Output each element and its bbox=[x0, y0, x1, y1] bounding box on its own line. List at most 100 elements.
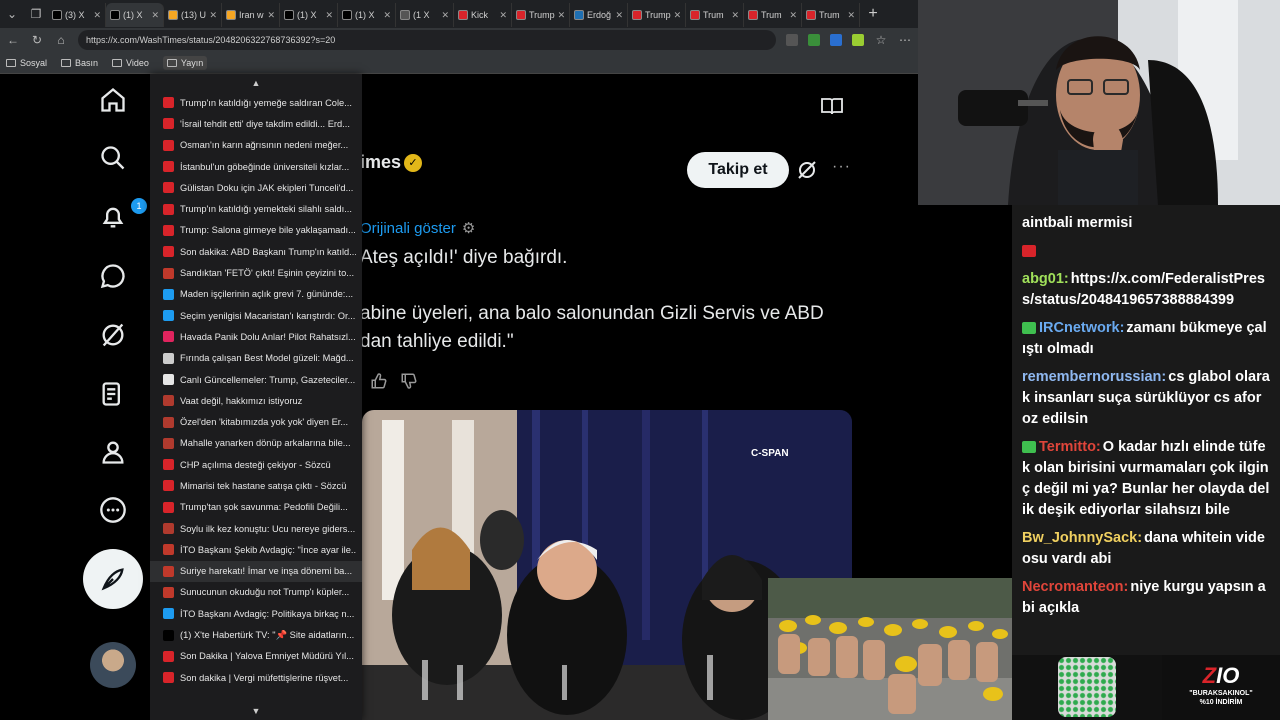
follow-button[interactable]: Takip et bbox=[687, 152, 789, 188]
more-options-button[interactable]: ··· bbox=[832, 158, 851, 176]
browser-tab[interactable]: (1 X ✕ bbox=[396, 3, 454, 27]
home-icon[interactable]: ⌂ bbox=[54, 33, 68, 47]
thumbs-down-icon[interactable] bbox=[400, 372, 418, 390]
workspaces-icon[interactable]: ❐ bbox=[24, 0, 48, 28]
search-icon[interactable] bbox=[98, 143, 128, 173]
close-tab-icon[interactable]: ✕ bbox=[383, 10, 391, 21]
extension-icon[interactable] bbox=[830, 34, 842, 46]
tab-list-item[interactable]: Havada Panik Dolu Anlar! Pilot Rahatsızl… bbox=[150, 326, 362, 347]
close-tab-icon[interactable]: ✕ bbox=[789, 10, 797, 21]
reader-mode-icon[interactable] bbox=[820, 96, 844, 121]
chat-username[interactable]: Termitto: bbox=[1039, 439, 1101, 455]
tab-list-item[interactable]: Canlı Güncellemeler: Trump, Gazeteciler.… bbox=[150, 369, 362, 390]
tab-list-item[interactable]: Mimarisi tek hastane satışa çıktı - Sözc… bbox=[150, 475, 362, 496]
settings-more-icon[interactable]: ⋯ bbox=[898, 33, 912, 47]
browser-tab[interactable]: Erdoğ ✕ bbox=[570, 3, 628, 27]
browser-tab[interactable]: (3) X ✕ bbox=[48, 3, 106, 27]
tab-list-item[interactable]: 'İsrail tehdit etti' diye takdim edildi.… bbox=[150, 113, 362, 134]
bookmark-folder[interactable]: Sosyal bbox=[6, 58, 47, 68]
extension-icon[interactable] bbox=[786, 34, 798, 46]
favorites-icon[interactable]: ☆ bbox=[874, 33, 888, 47]
refresh-icon[interactable]: ↻ bbox=[30, 33, 44, 47]
chat-username[interactable]: abg01: bbox=[1022, 271, 1069, 287]
tab-list-item[interactable]: (1) X'te Habertürk TV: "📌 Site aidatları… bbox=[150, 624, 362, 645]
browser-tab[interactable]: Kick ✕ bbox=[454, 3, 512, 27]
tab-list-item[interactable]: Fırında çalışan Best Model güzeli: Mağd.… bbox=[150, 348, 362, 369]
tab-list-item[interactable]: Soylu ilk kez konuştu: Ucu nereye giders… bbox=[150, 518, 362, 539]
browser-tab[interactable]: Trump ✕ bbox=[512, 3, 570, 27]
tab-list-item[interactable]: Vaat değil, hakkımızı istiyoruz bbox=[150, 390, 362, 411]
bookmark-folder[interactable]: Video bbox=[112, 58, 149, 68]
chat-username[interactable]: remembernorussian: bbox=[1022, 369, 1166, 385]
scroll-down-icon[interactable]: ▼ bbox=[150, 706, 362, 716]
close-tab-icon[interactable]: ✕ bbox=[731, 10, 739, 21]
compose-post-button[interactable] bbox=[83, 549, 143, 609]
tab-list-item[interactable]: CHP açılıma desteği çekiyor - Sözcü bbox=[150, 454, 362, 475]
tab-list-item[interactable]: Son dakika | Vergi müfettişlerine rüşvet… bbox=[150, 667, 362, 688]
messages-icon[interactable] bbox=[98, 261, 128, 291]
tab-list-item[interactable]: İstanbul'un göbeğinde üniversiteli kızla… bbox=[150, 156, 362, 177]
tab-list-item[interactable]: Seçim yenilgisi Macaristan'ı karıştırdı:… bbox=[150, 305, 362, 326]
close-tab-icon[interactable]: ✕ bbox=[847, 10, 855, 21]
grok-icon[interactable] bbox=[98, 320, 128, 350]
thumbs-up-icon[interactable] bbox=[370, 372, 388, 390]
picture-in-picture-video[interactable] bbox=[768, 578, 1012, 720]
browser-tab[interactable]: (1) X ✕ bbox=[280, 3, 338, 27]
url-field[interactable]: https://x.com/WashTimes/status/204820632… bbox=[78, 30, 776, 50]
new-tab-button[interactable]: + bbox=[860, 5, 886, 23]
close-tab-icon[interactable]: ✕ bbox=[615, 10, 623, 21]
close-tab-icon[interactable]: ✕ bbox=[499, 10, 507, 21]
browser-tab[interactable]: Trump ✕ bbox=[628, 3, 686, 27]
tab-list-item[interactable]: Sunucunun okuduğu not Trump'ı küpler... bbox=[150, 582, 362, 603]
close-tab-icon[interactable]: ✕ bbox=[674, 10, 682, 21]
grok-icon[interactable] bbox=[795, 158, 819, 182]
notifications-bell-icon[interactable]: 1 bbox=[98, 198, 147, 232]
extension-icon[interactable] bbox=[808, 34, 820, 46]
tab-list-item[interactable]: Trump'tan şok savunma: Pedofili Değili..… bbox=[150, 497, 362, 518]
close-tab-icon[interactable]: ✕ bbox=[441, 10, 449, 21]
tab-list-item[interactable]: Osman'ın karın ağrısının nedeni meğer... bbox=[150, 135, 362, 156]
avatar[interactable] bbox=[90, 642, 136, 688]
browser-tab[interactable]: Trum ✕ bbox=[744, 3, 802, 27]
chat-username[interactable]: Bw_JohnnySack: bbox=[1022, 530, 1142, 546]
back-icon[interactable]: ← bbox=[6, 33, 20, 47]
tab-list-item[interactable]: Suriye harekatı! İmar ve inşa dönemi ba.… bbox=[150, 560, 362, 582]
tab-list-item[interactable]: Son dakika: ABD Başkanı Trump'ın katıld.… bbox=[150, 241, 362, 262]
tab-list-item[interactable]: Gülistan Doku için JAK ekipleri Tunceli'… bbox=[150, 177, 362, 198]
close-tab-icon[interactable]: ✕ bbox=[558, 10, 566, 21]
tab-list-item[interactable]: Sandıktan 'FETÖ' çıktı! Eşinin çeyizini … bbox=[150, 262, 362, 283]
bookmark-folder[interactable]: Yayın bbox=[162, 55, 208, 70]
show-original-link[interactable]: Orijinali göster ⚙ bbox=[360, 219, 475, 238]
more-icon[interactable] bbox=[98, 495, 128, 525]
browser-tab[interactable]: (1) X ✕ bbox=[106, 3, 164, 27]
close-tab-icon[interactable]: ✕ bbox=[325, 10, 333, 21]
browser-tab[interactable]: Iran w ✕ bbox=[222, 3, 280, 27]
tab-list-item[interactable]: Trump: Salona girmeye bile yaklaşamadı..… bbox=[150, 220, 362, 241]
browser-tab[interactable]: Trum ✕ bbox=[802, 3, 860, 27]
tab-list-item[interactable]: Özel'den 'kitabımızda yok yok' diyen Er.… bbox=[150, 411, 362, 432]
profile-icon[interactable] bbox=[98, 437, 128, 467]
bookmark-folder[interactable]: Basın bbox=[61, 58, 98, 68]
close-tab-icon[interactable]: ✕ bbox=[151, 10, 159, 21]
tab-list-item[interactable]: Trump'ın katıldığı yemekteki silahlı sal… bbox=[150, 198, 362, 219]
tab-list-item[interactable]: Maden işçilerinin açlık grevi 7. gününde… bbox=[150, 284, 362, 305]
author-name[interactable]: imes bbox=[360, 152, 401, 173]
browser-tab[interactable]: Trum ✕ bbox=[686, 3, 744, 27]
tab-list-item[interactable]: Mahalle yanarken dönüp arkalarına bile..… bbox=[150, 433, 362, 454]
scroll-up-icon[interactable]: ▲ bbox=[150, 74, 362, 92]
home-icon[interactable] bbox=[98, 85, 128, 115]
tab-list-item[interactable]: İTO Başkanı Şekib Avdagiç: "İnce ayar il… bbox=[150, 539, 362, 560]
close-tab-icon[interactable]: ✕ bbox=[93, 10, 101, 21]
tab-menu-chevron-icon[interactable]: ⌄ bbox=[0, 0, 24, 28]
tab-list-item[interactable]: İTO Başkanı Avdagiç: Politikaya birkaç n… bbox=[150, 603, 362, 624]
extension-icon[interactable] bbox=[852, 34, 864, 46]
browser-tab[interactable]: (13) U ✕ bbox=[164, 3, 222, 27]
close-tab-icon[interactable]: ✕ bbox=[267, 10, 275, 21]
tab-list-item[interactable]: Son Dakika | Yalova Emniyet Müdürü Yıl..… bbox=[150, 646, 362, 667]
tab-list-item[interactable]: Trump'ın katıldığı yemeğe saldıran Cole.… bbox=[150, 92, 362, 113]
lists-icon[interactable] bbox=[98, 379, 128, 409]
close-tab-icon[interactable]: ✕ bbox=[209, 10, 217, 21]
gear-icon[interactable]: ⚙ bbox=[462, 219, 475, 237]
browser-tab[interactable]: (1) X ✕ bbox=[338, 3, 396, 27]
chat-username[interactable]: IRCnetwork: bbox=[1039, 320, 1124, 336]
